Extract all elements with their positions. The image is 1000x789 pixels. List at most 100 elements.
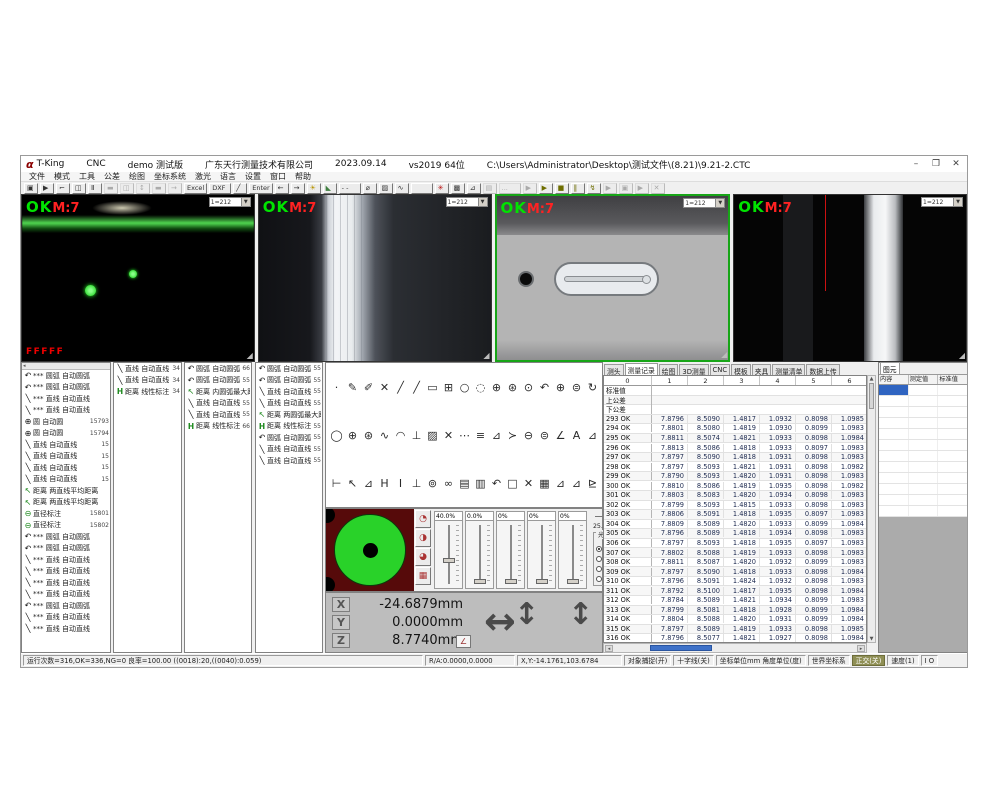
tool-icon[interactable]: A — [569, 427, 584, 443]
grid-radio[interactable] — [596, 566, 602, 572]
tool-icon[interactable]: ◯ — [329, 427, 344, 443]
angle-tool-button[interactable]: ∠ — [456, 635, 471, 648]
tool-icon[interactable]: ▤ — [457, 475, 472, 491]
tool-icon[interactable]: I — [393, 475, 408, 491]
table-horizontal-scrollbar[interactable]: ◂ ▸ — [603, 643, 867, 653]
list-item[interactable]: ↶*** 圆弧 自动圆弧 — [22, 543, 110, 555]
camera-view-4[interactable]: OKM:7 1=212▼ ◢ — [733, 194, 967, 362]
light-slider[interactable]: 0% — [527, 511, 556, 589]
chevron-down-icon[interactable]: ▼ — [478, 198, 487, 206]
tool-icon[interactable]: ≡ — [473, 427, 488, 443]
element-row[interactable] — [879, 506, 968, 517]
camera-combo[interactable]: 1=212▼ — [921, 197, 963, 207]
list-item[interactable]: ↶*** 圆弧 自动圆弧 — [22, 382, 110, 394]
list-item[interactable]: ↶圆弧 自动圆弧55 — [256, 375, 322, 387]
element-row[interactable] — [879, 473, 968, 484]
tool-icon[interactable]: ✐ — [361, 379, 376, 395]
tab-2[interactable]: 绘图 — [659, 364, 679, 375]
scroll-thumb[interactable] — [869, 383, 874, 409]
tool-icon[interactable]: ⊕ — [489, 379, 504, 395]
toolbar-button-lamp[interactable]: ☀ — [307, 183, 321, 194]
tool-icon[interactable]: ○ — [457, 379, 472, 395]
tool-icon[interactable]: ◠ — [393, 427, 408, 443]
tool-icon[interactable]: ⊿ — [489, 427, 504, 443]
table-row[interactable]: 312 OK7.87848.50891.48211.09340.80991.09… — [604, 596, 866, 606]
tab-0[interactable]: 测头 — [604, 364, 624, 375]
toolbar-button-enter[interactable]: Enter — [249, 183, 272, 194]
menu-item[interactable]: 模式 — [54, 171, 70, 182]
list-item[interactable]: ↖距离 内圆弧最大距 — [185, 386, 251, 398]
tool-icon[interactable]: ⊖ — [521, 427, 536, 443]
ring-light-preview[interactable] — [326, 509, 414, 591]
list-item[interactable]: ╲直线 自动直线55 — [256, 398, 322, 410]
list-item[interactable]: ↖距离 两直线平均距离 — [22, 485, 110, 497]
list-item[interactable]: ↶*** 圆弧 自动圆弧 — [22, 531, 110, 543]
tool-icon[interactable]: ✕ — [441, 427, 456, 443]
element-row[interactable] — [879, 396, 968, 407]
toolbar-button-probe[interactable]: ◫ — [72, 183, 86, 194]
slider-thumb[interactable] — [505, 579, 517, 584]
slider-thumb[interactable] — [474, 579, 486, 584]
element-row[interactable] — [879, 429, 968, 440]
light-slider[interactable]: 0% — [558, 511, 587, 589]
tab-1[interactable]: 测量记录 — [625, 363, 658, 375]
list-item[interactable]: H距离 线性标注66 — [185, 421, 251, 433]
table-row[interactable]: 306 OK7.87978.50931.48181.09350.80971.09… — [604, 539, 866, 549]
tool-icon[interactable]: ∞ — [441, 475, 456, 491]
toolbar-button-image[interactable]: ◣ — [323, 183, 337, 194]
list-item[interactable]: ╲*** 直线 自动直线 — [22, 405, 110, 417]
tool-icon[interactable]: H — [377, 475, 392, 491]
tab-6[interactable]: 夹具 — [752, 364, 772, 375]
camera-view-1[interactable]: OKM:7 1=212▼ FFFFF ◢ — [21, 194, 255, 362]
list-item[interactable]: ↶圆弧 自动圆弧55 — [256, 432, 322, 444]
light-mode-button[interactable]: ◕ — [415, 548, 431, 566]
resize-grip-icon[interactable]: ◢ — [247, 352, 253, 360]
tool-icon[interactable]: ↶ — [489, 475, 504, 491]
toolbar-button-arrow-right[interactable]: → — [291, 183, 305, 194]
tool-icon[interactable]: ⊿ — [553, 475, 568, 491]
jog-vertical-icon[interactable]: ↕ — [514, 597, 539, 632]
light-mode-button[interactable]: ▦ — [415, 567, 431, 585]
table-row[interactable]: 300 OK7.88108.50861.48191.09350.80981.09… — [604, 481, 866, 491]
table-row[interactable]: 315 OK7.87978.50891.48191.09330.80981.09… — [604, 625, 866, 635]
list-item[interactable]: ╲*** 直线 自动直线 — [22, 623, 110, 635]
light-slider[interactable]: 0% — [496, 511, 525, 589]
tool-icon[interactable]: ⊜ — [537, 427, 552, 443]
menu-item[interactable]: 设置 — [245, 171, 261, 182]
list-item[interactable]: ╲直线 自动直线15 — [22, 462, 110, 474]
resize-grip-icon[interactable]: ◢ — [721, 351, 727, 359]
camera-view-2[interactable]: OKM:7 1=212▼ ◢ — [258, 194, 492, 362]
menu-item[interactable]: 帮助 — [295, 171, 311, 182]
toolbar-button-runner[interactable]: ↯ — [587, 183, 601, 194]
list-item[interactable]: ╲直线 自动直线34 — [114, 363, 181, 375]
light-slider[interactable]: 0.0% — [465, 511, 494, 589]
toolbar-button-matrix[interactable]: ▩ — [451, 183, 465, 194]
table-row[interactable]: 311 OK7.87928.51001.48171.09350.80981.09… — [604, 586, 866, 596]
chevron-down-icon[interactable]: ▼ — [953, 198, 962, 206]
list-item[interactable]: ╲*** 直线 自动直线 — [22, 612, 110, 624]
list-item[interactable]: ⊕圆 自动圆15793 — [22, 416, 110, 428]
tool-icon[interactable]: ⊿ — [361, 475, 376, 491]
element-row[interactable] — [879, 407, 968, 418]
list-item[interactable]: ╲*** 直线 自动直线 — [22, 566, 110, 578]
chevron-down-icon[interactable]: ▼ — [715, 199, 724, 207]
tool-icon[interactable]: ↶ — [537, 379, 552, 395]
table-row[interactable]: 298 OK7.87978.50931.48211.09310.80981.09… — [604, 462, 866, 472]
tool-icon[interactable]: ↻ — [585, 379, 600, 395]
menu-item[interactable]: 绘图 — [129, 171, 145, 182]
list-item[interactable]: ↖距离 两直线平均距离 — [22, 497, 110, 509]
tool-icon[interactable]: ⊛ — [505, 379, 520, 395]
table-row[interactable]: 297 OK7.87978.50901.48181.09310.80981.09… — [604, 453, 866, 463]
toolbar-button-open[interactable]: ▶ — [40, 183, 54, 194]
light-mode-button[interactable]: ◔ — [415, 510, 431, 528]
table-row[interactable]: 308 OK7.88118.50871.48201.09320.80991.09… — [604, 558, 866, 568]
minimize-button[interactable]: – — [910, 159, 922, 169]
tool-icon[interactable]: ≻ — [505, 427, 520, 443]
coarse-radio[interactable] — [596, 556, 602, 562]
tool-icon[interactable]: ⊿ — [585, 427, 600, 443]
tool-icon[interactable]: · — [329, 379, 344, 395]
tool-icon[interactable]: ◌ — [473, 379, 488, 395]
camera-combo[interactable]: 1=212▼ — [446, 197, 488, 207]
list-item[interactable]: H距离 线性标注34 — [114, 386, 181, 398]
element-row[interactable] — [879, 451, 968, 462]
